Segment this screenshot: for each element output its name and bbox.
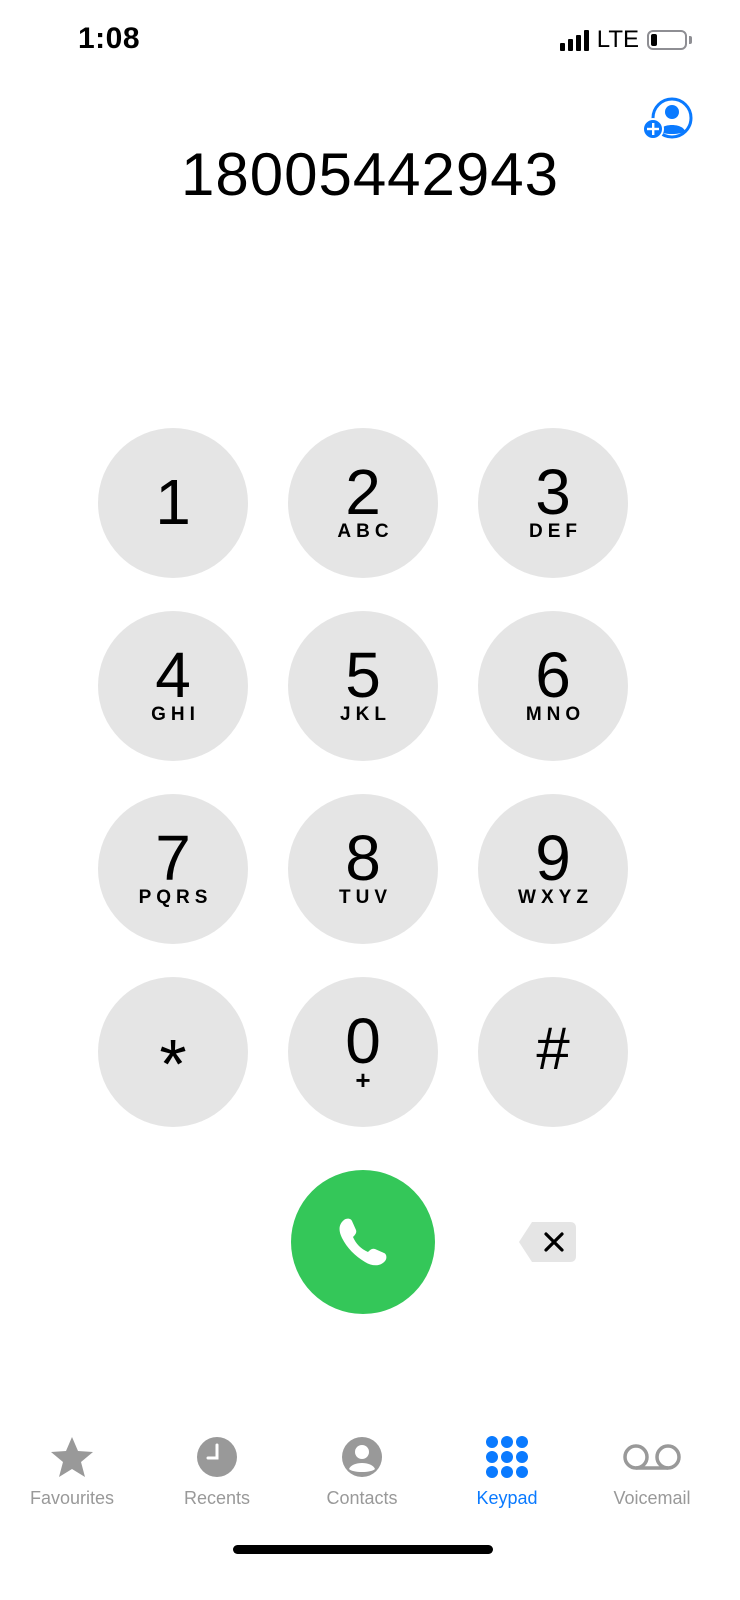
tab-label: Favourites: [29, 1488, 115, 1508]
tab-label: Recents: [183, 1488, 251, 1508]
status-indicators: LTE: [559, 26, 692, 54]
status-time: 1:08: [78, 22, 141, 55]
tab-keypad[interactable]: Keypad: [437, 1432, 577, 1509]
key-letters: JKL: [340, 704, 391, 725]
network-type: LTE: [596, 26, 639, 53]
key-letters: TUV: [339, 887, 392, 908]
voicemail-icon: [582, 1432, 722, 1482]
key-digit: 9: [535, 822, 571, 894]
tab-contacts[interactable]: Contacts: [292, 1432, 432, 1509]
key-2[interactable]: 2 ABC: [288, 428, 438, 578]
key-digit: 1: [155, 466, 191, 538]
key-star[interactable]: *: [98, 977, 248, 1127]
key-digit: 0: [345, 1005, 381, 1077]
key-digit: 5: [345, 639, 381, 711]
key-7[interactable]: 7 PQRS: [98, 794, 248, 944]
key-5[interactable]: 5 JKL: [288, 611, 438, 761]
star-icon: [2, 1432, 142, 1482]
dialed-number: 18005442943: [180, 141, 560, 208]
tab-voicemail[interactable]: Voicemail: [582, 1432, 722, 1509]
key-8[interactable]: 8 TUV: [288, 794, 438, 944]
tab-label: Keypad: [476, 1488, 538, 1508]
call-button[interactable]: [291, 1170, 435, 1314]
tab-label: Voicemail: [613, 1488, 691, 1508]
key-3[interactable]: 3 DEF: [478, 428, 628, 578]
add-contact-button[interactable]: [642, 96, 694, 144]
signal-strength-icon: [559, 29, 589, 51]
tab-recents[interactable]: Recents: [147, 1432, 287, 1509]
key-letters: WXYZ: [518, 887, 593, 908]
key-digit: 4: [155, 639, 191, 711]
key-digit: 2: [345, 456, 381, 528]
key-digit: #: [536, 1015, 570, 1082]
key-4[interactable]: 4 GHI: [98, 611, 248, 761]
home-indicator[interactable]: [233, 1545, 493, 1554]
key-letters: GHI: [151, 704, 200, 725]
person-add-icon: [642, 97, 693, 140]
key-digit: 8: [345, 822, 381, 894]
tab-favourites[interactable]: Favourites: [2, 1432, 142, 1509]
keypad-grid-icon: [437, 1432, 577, 1482]
key-digit: 6: [535, 639, 571, 711]
key-6[interactable]: 6 MNO: [478, 611, 628, 761]
key-digit: *: [159, 1025, 187, 1103]
backspace-icon: [519, 1222, 576, 1262]
person-circle-icon: [292, 1432, 432, 1482]
phone-icon: [339, 1218, 387, 1266]
key-hash[interactable]: #: [478, 977, 628, 1127]
key-letters: +: [355, 1065, 371, 1095]
key-digit: 7: [155, 822, 191, 894]
key-0[interactable]: 0 +: [288, 977, 438, 1127]
clock-icon: [147, 1432, 287, 1482]
battery-icon: [647, 30, 692, 50]
key-1[interactable]: 1: [98, 428, 248, 578]
delete-button[interactable]: [518, 1220, 578, 1264]
tab-label: Contacts: [326, 1488, 398, 1508]
key-letters: ABC: [337, 521, 394, 542]
key-letters: PQRS: [138, 887, 213, 908]
battery-level: [651, 34, 658, 46]
key-letters: DEF: [529, 521, 582, 542]
key-letters: MNO: [525, 704, 586, 725]
key-9[interactable]: 9 WXYZ: [478, 794, 628, 944]
key-digit: 3: [535, 456, 571, 528]
